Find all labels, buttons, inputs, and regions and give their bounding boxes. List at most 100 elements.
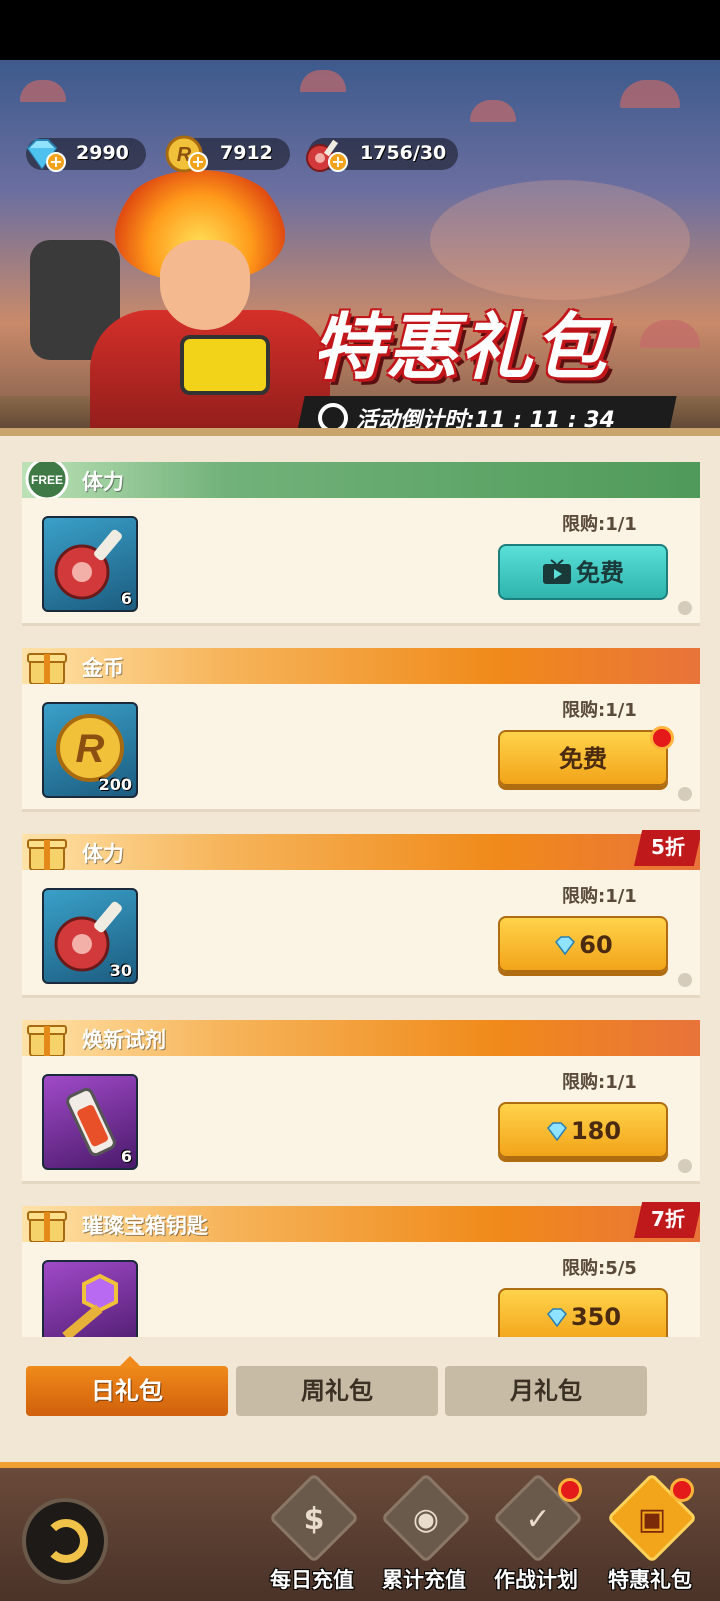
notification-dot [558, 1478, 582, 1502]
pack-header: 璀璨宝箱钥匙 7折 [22, 1202, 700, 1243]
coin-count: 7912 [220, 142, 273, 164]
pack-body: R 200 限购:1/1 免费 [22, 684, 700, 812]
gift-box-icon: ▣ [637, 1502, 667, 1537]
stamina-count: 1756/30 [360, 142, 447, 164]
key-icon [62, 1273, 118, 1337]
pack-card: 体力 5折 30 限购:1/1 60 [22, 830, 700, 1002]
back-button[interactable] [22, 1498, 108, 1584]
pack-list[interactable]: FREE 体力 6 限购:1/1 免费 金币 R 200 限购:1/1 免费 体… [22, 462, 700, 1337]
pack-title: 焕新试剂 [82, 1028, 166, 1052]
nav-battle-plan[interactable]: ✓ 作战计划 [480, 1472, 592, 1601]
bottom-nav: $ 每日充值 ◉ 累计充值 ✓ 作战计划 ▣ 特惠礼包 [0, 1462, 720, 1601]
pack-body: 30 限购:1/1 60 [22, 870, 700, 998]
discount-badge: 5折 [634, 830, 700, 866]
purchase-limit: 限购:1/1 [562, 1072, 637, 1093]
free-claim-button[interactable]: 免费 [498, 730, 668, 786]
corner-dot [678, 787, 692, 801]
gem-icon [546, 1308, 567, 1327]
buy-with-gems-button[interactable]: 60 [498, 916, 668, 972]
pack-card: 金币 R 200 限购:1/1 免费 [22, 648, 700, 816]
parachute-decoration [470, 100, 516, 122]
calendar-check-icon: ✓ [525, 1502, 551, 1537]
pack-card: 璀璨宝箱钥匙 7折 限购:5/5 350 [22, 1202, 700, 1337]
purchase-limit: 限购:1/1 [562, 514, 637, 535]
free-badge-icon: FREE [25, 462, 69, 501]
coin-counter[interactable]: R + 7912 [165, 135, 290, 173]
nav-label: 特惠礼包 [608, 1568, 692, 1592]
parachute-decoration [640, 320, 700, 348]
pack-body: 限购:5/5 350 [22, 1242, 700, 1337]
button-label: 60 [579, 931, 613, 959]
item-slot[interactable]: R 200 [42, 702, 138, 798]
piggy-bank-icon: ◉ [412, 1502, 440, 1537]
nav-label: 累计充值 [382, 1568, 466, 1592]
purchase-limit: 限购:1/1 [562, 700, 637, 721]
button-label: 免费 [559, 745, 607, 773]
corner-dot [678, 601, 692, 615]
hero-character-art [30, 170, 330, 436]
hero-chest-plate [180, 335, 270, 395]
watch-ad-free-button[interactable]: 免费 [498, 544, 668, 600]
corner-dot [678, 1159, 692, 1173]
purchase-limit: 限购:5/5 [562, 1258, 637, 1279]
parachute-decoration [300, 70, 346, 92]
event-title: 特惠礼包 [312, 305, 609, 389]
nav-special-pack[interactable]: ▣ 特惠礼包 [594, 1472, 706, 1601]
pack-title: 体力 [82, 470, 124, 494]
buy-with-gems-button[interactable]: 180 [498, 1102, 668, 1158]
parachute-decoration [620, 80, 680, 108]
gem-count: 2990 [76, 142, 129, 164]
item-slot[interactable]: 30 [42, 888, 138, 984]
item-quantity: 200 [98, 775, 132, 794]
banner-edge [0, 428, 720, 436]
svg-text:R: R [76, 727, 105, 771]
gift-icon [27, 653, 67, 685]
parachute-decoration [20, 80, 66, 102]
pack-header: 金币 [22, 648, 700, 685]
gem-icon [546, 1122, 567, 1141]
tab-monthly-pack[interactable]: 月礼包 [445, 1366, 647, 1416]
button-label: 180 [570, 1117, 622, 1145]
pack-body: 6 限购:1/1 180 [22, 1056, 700, 1184]
notification-dot [650, 726, 674, 750]
resource-bar: + 2990 R + 7912 + 1756/30 [18, 132, 458, 176]
pack-title: 体力 [82, 842, 124, 866]
gift-icon [27, 839, 67, 871]
tab-daily-pack[interactable]: 日礼包 [26, 1366, 228, 1416]
gift-icon [27, 1211, 67, 1243]
add-coins-icon[interactable]: + [188, 152, 208, 172]
pack-header: 体力 5折 [22, 830, 700, 871]
add-gems-icon[interactable]: + [46, 152, 66, 172]
item-quantity: 6 [120, 589, 132, 608]
stamina-counter[interactable]: + 1756/30 [306, 138, 458, 172]
app-root: 特惠礼包 活动倒计时:11 : 11 : 34 + 2990 R + 7912 [0, 0, 720, 1601]
button-label: 350 [570, 1303, 622, 1331]
purchase-limit: 限购:1/1 [562, 886, 637, 907]
pack-card: 焕新试剂 6 限购:1/1 180 [22, 1020, 700, 1188]
status-bar [0, 0, 720, 60]
svg-text:FREE: FREE [31, 473, 63, 487]
gift-icon [27, 1025, 67, 1057]
dollar-coin-icon: $ [303, 1502, 325, 1537]
tab-weekly-pack[interactable]: 周礼包 [236, 1366, 438, 1416]
corner-dot [678, 973, 692, 987]
hero-face [160, 240, 250, 330]
buy-with-gems-button[interactable]: 350 [498, 1288, 668, 1337]
gem-icon [555, 936, 576, 955]
nav-label: 每日充值 [270, 1568, 354, 1592]
pack-header: 焕新试剂 [22, 1020, 700, 1057]
video-play-icon [543, 559, 571, 584]
nav-cumulative-recharge[interactable]: ◉ 累计充值 [368, 1472, 480, 1601]
item-slot[interactable]: 6 [42, 516, 138, 612]
gem-counter[interactable]: + 2990 [26, 138, 146, 172]
add-stamina-icon[interactable]: + [328, 152, 348, 172]
event-banner: 特惠礼包 活动倒计时:11 : 11 : 34 [0, 60, 720, 436]
item-quantity: 30 [109, 961, 132, 980]
active-tab-pointer [120, 1356, 140, 1366]
item-slot[interactable]: 6 [42, 1074, 138, 1170]
item-quantity: 6 [120, 1147, 132, 1166]
pack-card: FREE 体力 6 限购:1/1 免费 [22, 462, 700, 630]
back-arrow-icon [44, 1519, 88, 1563]
nav-daily-recharge[interactable]: $ 每日充值 [256, 1472, 368, 1601]
item-slot[interactable] [42, 1260, 138, 1337]
